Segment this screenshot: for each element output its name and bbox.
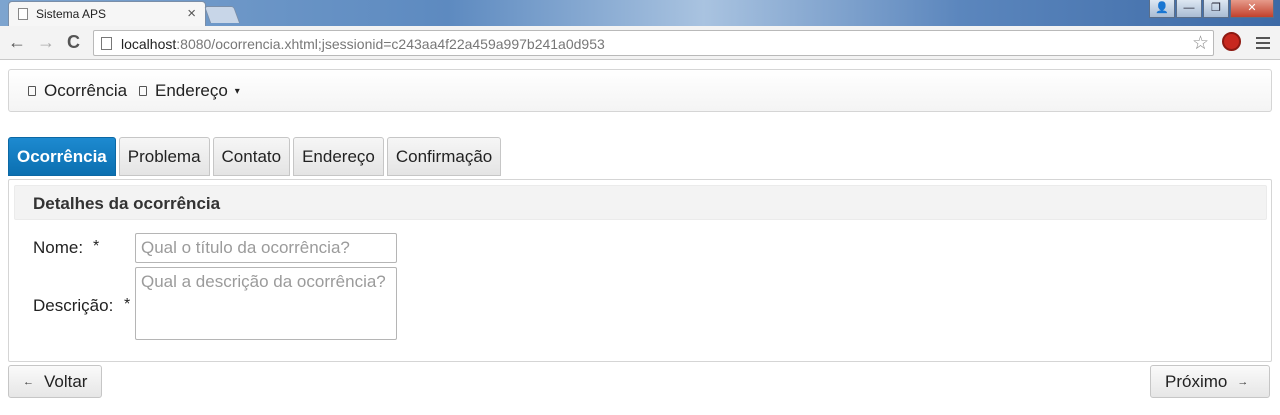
- document-icon: [28, 86, 36, 96]
- menu-item-endereco[interactable]: Endereço ▾: [139, 81, 240, 101]
- next-button[interactable]: Próximo →: [1150, 365, 1270, 398]
- next-button-label: Próximo: [1165, 371, 1228, 391]
- browser-tab[interactable]: Sistema APS ×: [8, 1, 206, 26]
- page-icon: [18, 8, 28, 20]
- address-bar[interactable]: localhost:8080/ocorrencia.xhtml;jsession…: [93, 30, 1214, 56]
- back-icon[interactable]: ←: [8, 32, 26, 52]
- forward-icon[interactable]: →: [37, 32, 55, 52]
- menu-item-ocorrencia[interactable]: Ocorrência: [28, 81, 127, 101]
- url-text: localhost:8080/ocorrencia.xhtml;jsession…: [121, 36, 605, 52]
- user-icon[interactable]: 👤: [1149, 0, 1175, 18]
- tab-contato[interactable]: Contato: [212, 137, 291, 176]
- star-icon[interactable]: ☆: [1192, 32, 1209, 55]
- menu-item-label: Endereço: [155, 81, 228, 100]
- panel-header: Detalhes da ocorrência: [14, 185, 1267, 220]
- wizard-tabs: Ocorrência Problema Contato Endereço Con…: [8, 137, 502, 176]
- nome-input[interactable]: [135, 233, 397, 263]
- close-window-button[interactable]: ✕: [1230, 0, 1274, 18]
- back-button-label: Voltar: [44, 371, 88, 391]
- arrow-right-icon: →: [1237, 375, 1249, 388]
- browser-title-bar: Sistema APS × 👤 — ❐ ✕: [0, 0, 1280, 26]
- tab-problema[interactable]: Problema: [118, 137, 210, 176]
- restore-button[interactable]: ❐: [1203, 0, 1229, 18]
- back-button[interactable]: ← Voltar: [8, 365, 103, 398]
- descricao-textarea[interactable]: [135, 267, 397, 340]
- browser-tab-title: Sistema APS: [36, 7, 107, 21]
- tab-ocorrencia[interactable]: Ocorrência: [8, 137, 116, 176]
- extension-icon[interactable]: [1222, 32, 1241, 51]
- descricao-label: Descrição:: [33, 296, 114, 315]
- close-tab-icon[interactable]: ×: [187, 5, 196, 22]
- tab-confirmacao[interactable]: Confirmação: [386, 137, 502, 176]
- browser-toolbar: ← → C localhost:8080/ocorrencia.xhtml;js…: [0, 26, 1280, 60]
- panel-title: Detalhes da ocorrência: [33, 194, 221, 213]
- page-info-icon[interactable]: [101, 37, 112, 50]
- chevron-down-icon: ▾: [234, 85, 240, 97]
- reload-icon[interactable]: C: [67, 32, 80, 52]
- nome-label: Nome:: [33, 238, 84, 257]
- required-marker: *: [93, 238, 100, 255]
- window-controls: 👤 — ❐ ✕: [1149, 0, 1274, 20]
- details-panel: Detalhes da ocorrência Nome: * Descrição…: [8, 179, 1272, 362]
- tab-endereco[interactable]: Endereço: [293, 137, 384, 176]
- new-tab-button[interactable]: [203, 6, 241, 23]
- menu-icon[interactable]: [1256, 37, 1270, 52]
- document-icon: [139, 86, 147, 96]
- app-menubar: Ocorrência Endereço ▾: [8, 69, 1272, 112]
- menu-item-label: Ocorrência: [44, 81, 128, 100]
- arrow-left-icon: ←: [23, 375, 34, 388]
- minimize-button[interactable]: —: [1176, 0, 1202, 18]
- required-marker: *: [124, 296, 131, 313]
